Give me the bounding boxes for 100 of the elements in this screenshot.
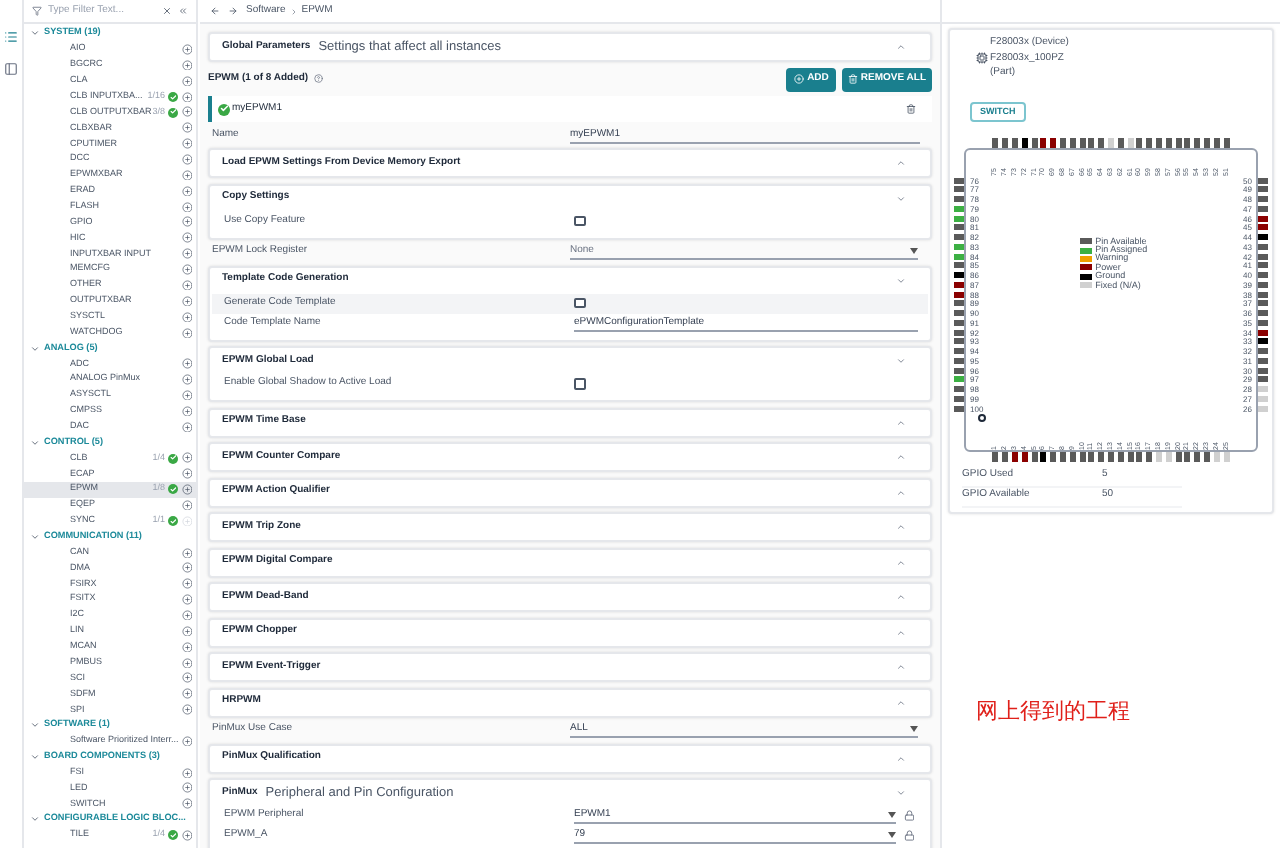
add-icon[interactable] [181,295,192,307]
add-icon[interactable] [181,657,192,669]
pin-marker[interactable] [1088,451,1095,461]
pin-marker[interactable] [1050,137,1057,147]
pin-marker[interactable] [954,376,964,383]
pin-marker[interactable] [1203,137,1210,147]
pin-marker[interactable] [954,357,964,364]
add-icon[interactable] [181,798,192,810]
pin-marker[interactable] [954,300,964,307]
add-icon[interactable] [181,311,192,323]
pin-marker[interactable] [1098,451,1105,461]
pin-marker[interactable] [1258,177,1268,183]
add-icon[interactable] [181,562,192,574]
add-icon[interactable] [181,248,192,260]
checkbox[interactable] [574,297,585,309]
pin-marker[interactable] [1258,196,1268,202]
add-icon[interactable] [181,578,192,590]
pin-marker[interactable] [1155,137,1162,147]
pin-marker[interactable] [954,186,964,193]
help-icon[interactable] [314,74,324,84]
pin-marker[interactable] [954,224,964,231]
pin-marker[interactable] [1021,451,1028,461]
add-icon[interactable] [181,264,192,276]
add-icon[interactable] [181,44,192,56]
add-icon[interactable] [181,358,192,370]
add-icon[interactable] [181,106,192,118]
pin-marker[interactable] [1136,451,1143,461]
pin-marker[interactable] [1258,291,1268,297]
pin-marker[interactable] [1258,348,1268,354]
pin-marker[interactable] [954,367,964,373]
add-icon[interactable] [181,767,192,779]
add-icon[interactable] [181,154,192,166]
pin-marker[interactable] [1258,338,1268,345]
pin-marker[interactable] [1127,451,1134,461]
add-icon[interactable] [181,138,192,150]
pin-marker[interactable] [1012,451,1019,461]
chevron-up-icon[interactable] [896,697,906,707]
pin-marker[interactable] [1258,319,1268,326]
add-icon[interactable] [181,609,192,621]
pin-marker[interactable] [1079,451,1086,461]
pin-marker[interactable] [1258,405,1268,411]
chevron-down-icon[interactable] [896,788,906,798]
pin-marker[interactable] [1175,451,1182,461]
pin-marker[interactable] [1146,451,1153,461]
pin-marker[interactable] [1069,451,1076,461]
add-icon[interactable] [181,672,192,684]
pin-marker[interactable] [954,405,964,411]
pin-marker[interactable] [1258,205,1268,212]
pin-marker[interactable] [1108,451,1114,461]
pin-marker[interactable] [1021,137,1028,147]
add-icon[interactable] [181,452,192,464]
pin-marker[interactable] [1258,224,1268,231]
checkbox[interactable] [574,378,585,390]
pin-marker[interactable] [1165,137,1172,147]
add-icon[interactable] [181,735,192,747]
add-icon[interactable] [181,421,192,433]
pin-marker[interactable] [954,272,964,278]
pin-marker[interactable] [954,215,964,221]
pin-marker[interactable] [954,395,964,402]
pin-marker[interactable] [1223,137,1230,147]
pin-marker[interactable] [1258,357,1268,364]
pin-marker[interactable] [954,243,964,250]
add-icon[interactable] [181,91,192,103]
add-icon[interactable] [181,201,192,213]
add-icon[interactable] [181,547,192,559]
add-icon[interactable] [181,499,192,511]
chevron-up-icon[interactable] [896,452,906,462]
pin-marker[interactable] [1184,137,1191,147]
chevron-up-icon[interactable] [896,522,906,532]
pin-marker[interactable] [1002,137,1009,147]
add-icon[interactable] [181,185,192,197]
pin-marker[interactable] [1258,300,1268,307]
pin-marker[interactable] [954,205,964,212]
pin-marker[interactable] [1223,451,1230,461]
add-icon[interactable] [181,75,192,87]
pin-marker[interactable] [1050,451,1057,461]
chevron-icon[interactable] [30,343,40,354]
chevron-icon[interactable] [30,720,40,731]
add-icon[interactable] [181,279,192,291]
pin-marker[interactable] [1108,137,1114,147]
pin-marker[interactable] [1258,243,1268,250]
pin-marker[interactable] [954,319,964,326]
pin-marker[interactable] [1184,451,1191,461]
pin-marker[interactable] [1031,451,1038,461]
add-icon[interactable] [181,389,192,401]
pin-marker[interactable] [1117,137,1124,147]
pin-marker[interactable] [1258,310,1268,316]
add-icon[interactable] [181,625,192,637]
pin-marker[interactable] [1155,451,1162,461]
add-icon[interactable] [181,830,192,841]
add-icon[interactable] [181,405,192,417]
pin-marker[interactable] [1175,137,1182,147]
chevron-down-icon[interactable] [896,275,906,285]
chevron-down-icon[interactable] [896,356,906,366]
chevron-up-icon[interactable] [896,557,906,567]
pin-marker[interactable] [1194,137,1201,147]
chevron-icon[interactable] [30,437,40,448]
list-icon[interactable] [4,30,18,44]
chevron-up-icon[interactable] [896,753,906,763]
pin-marker[interactable] [1258,386,1268,392]
